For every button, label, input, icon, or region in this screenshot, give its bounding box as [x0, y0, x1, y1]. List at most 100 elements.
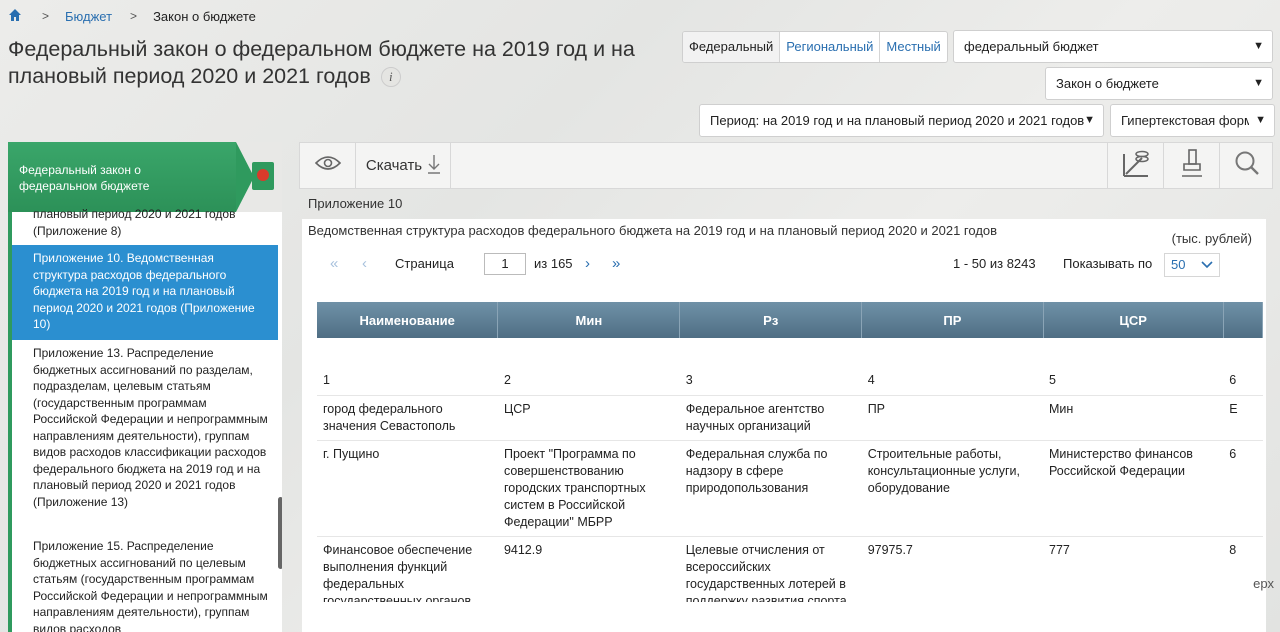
table-cell: 4	[861, 364, 1044, 396]
appendix-label: Приложение 10	[308, 196, 403, 211]
column-header-rz[interactable]: Рз	[679, 302, 863, 338]
page-size-label: Показывать по	[1063, 256, 1153, 271]
prev-page-icon[interactable]: ‹	[362, 255, 367, 272]
toc-item[interactable]: Приложение 13. Распределение бюджетных а…	[12, 345, 278, 531]
table-cell: 6	[1223, 440, 1263, 537]
breadcrumb-separator: >	[42, 9, 50, 23]
toolbar: Скачать	[299, 142, 1273, 189]
page-size-value: 50	[1171, 257, 1186, 272]
table-row[interactable]: город федерального значения Севастополь …	[317, 395, 1263, 441]
table-cell: 6	[1223, 364, 1263, 396]
download-button[interactable]: Скачать	[356, 143, 451, 188]
scroll-top-link[interactable]: ерх	[1253, 576, 1274, 591]
budget-select[interactable]: федеральный бюджет ▼	[953, 30, 1273, 63]
first-page-icon[interactable]: «	[330, 255, 338, 272]
period-select[interactable]: Период: на 2019 год и на плановый период…	[699, 104, 1104, 137]
toc-list: плановый период 2020 и 2021 годов (Прило…	[8, 207, 282, 632]
table-cell: ЦСР	[497, 395, 680, 441]
info-icon[interactable]: i	[380, 67, 401, 88]
next-page-icon[interactable]: ›	[585, 255, 590, 272]
content-area: Приложение 10 Ведомственная структура ра…	[299, 189, 1273, 632]
table-row[interactable]: 1 2 3 4 5 6	[317, 364, 1263, 396]
pager: « ‹ Страница 1 из 165 › » 1 - 50 из 8243…	[302, 251, 1266, 283]
table-cell: Проект "Программа по совершенствованию г…	[497, 440, 680, 537]
table-cell: Строительные работы, консультационные ус…	[861, 440, 1044, 537]
dropdown-arrow-icon: ▼	[1253, 77, 1264, 89]
page-input[interactable]: 1	[484, 253, 526, 275]
document-header-title: Федеральный закон о федеральном бюджете	[19, 163, 150, 193]
table-caption: Ведомственная структура расходов федерал…	[308, 223, 998, 238]
dropdown-arrow-icon: ▼	[1253, 40, 1264, 52]
format-select-value: Гипертекстовая форма	[1121, 113, 1261, 128]
table-cell: 8	[1223, 536, 1263, 602]
emblem-icon	[252, 162, 274, 190]
breadcrumb: > Бюджет > Закон о бюджете	[8, 6, 256, 26]
dropdown-arrow-icon: ▼	[1084, 114, 1095, 126]
tab-federal[interactable]: Федеральный	[683, 32, 780, 62]
period-select-value: Период: на 2019 год и на плановый период…	[710, 113, 1085, 128]
stamp-button[interactable]	[1163, 143, 1219, 188]
table-header-row: Наименование Мин Рз ПР ЦСР	[317, 302, 1263, 338]
doc-type-select-value: Закон о бюджете	[1056, 76, 1159, 91]
page-total: из 165	[534, 256, 573, 271]
column-header-min[interactable]: Мин	[497, 302, 681, 338]
document-header[interactable]: Федеральный закон о федеральном бюджете	[8, 142, 282, 212]
table-cell: Министерство финансов Российской Федерац…	[1043, 440, 1224, 537]
table-cell: Финансовое обеспечение выполнения функци…	[317, 536, 498, 602]
data-grid: Наименование Мин Рз ПР ЦСР 1 2 3 4 5 6 г…	[317, 302, 1263, 602]
table-cell: город федерального значения Севастополь	[317, 395, 498, 441]
table-row[interactable]: г. Пущино Проект "Программа по совершенс…	[317, 440, 1263, 537]
toc-scrollbar[interactable]	[278, 497, 282, 569]
download-icon	[428, 154, 441, 178]
column-header-csr[interactable]: ЦСР	[1043, 302, 1224, 338]
table-cell: 97975.7	[861, 536, 1044, 602]
data-table: Наименование Мин Рз ПР ЦСР 1 2 3 4 5 6 г…	[317, 302, 1263, 602]
view-button[interactable]	[300, 143, 356, 188]
table-cell: 2	[497, 364, 680, 396]
spacer-cell	[317, 338, 1263, 364]
tab-regional[interactable]: Региональный	[779, 32, 879, 62]
search-button[interactable]	[1219, 143, 1273, 188]
table-cell: Целевые отчисления от всероссийских госу…	[679, 536, 862, 602]
table-spacer-row	[317, 338, 1263, 364]
toc-item[interactable]: Приложение 15. Распределение бюджетных а…	[12, 538, 278, 632]
budget-level-tabs: Федеральный Региональный Местный	[682, 31, 948, 63]
column-header-pr[interactable]: ПР	[861, 302, 1044, 338]
table-cell: 9412.9	[497, 536, 680, 602]
home-icon[interactable]	[8, 8, 24, 24]
table-cell: Мин	[1043, 395, 1224, 441]
stamp-icon	[1180, 148, 1204, 183]
table-row[interactable]: Финансовое обеспечение выполнения функци…	[317, 536, 1263, 602]
table-cell: ПР	[861, 395, 1044, 441]
toc-item-active[interactable]: Приложение 10. Ведомственная структура р…	[12, 245, 278, 340]
column-header-extra[interactable]	[1223, 302, 1263, 338]
table-cell: Федеральная служба по надзору в сфере пр…	[679, 440, 862, 537]
search-icon	[1234, 150, 1260, 181]
table-cell: 777	[1043, 536, 1224, 602]
page-title: Федеральный закон о федеральном бюджете …	[8, 36, 648, 90]
page-label: Страница	[395, 256, 454, 271]
table-cell: 1	[317, 364, 498, 396]
download-label: Скачать	[365, 157, 423, 174]
breadcrumb-current: Закон о бюджете	[153, 8, 256, 24]
column-header-name[interactable]: Наименование	[317, 302, 499, 338]
eye-icon	[314, 155, 341, 176]
chevron-down-icon	[1201, 254, 1213, 283]
doc-type-select[interactable]: Закон о бюджете ▼	[1045, 67, 1273, 100]
last-page-icon[interactable]: »	[612, 255, 620, 272]
format-select[interactable]: Гипертекстовая форма ▼	[1110, 104, 1275, 137]
dropdown-arrow-icon: ▼	[1249, 105, 1266, 136]
breadcrumb-link-budget[interactable]: Бюджет	[65, 9, 112, 24]
toc-item[interactable]: плановый период 2020 и 2021 годов (Прило…	[12, 206, 278, 242]
table-cell: Федеральное агентство научных организаци…	[679, 395, 862, 441]
page-title-text: Федеральный закон о федеральном бюджете …	[8, 37, 635, 88]
document-tree-panel: Федеральный закон о федеральном бюджете …	[8, 142, 282, 632]
table-cell: Е	[1223, 395, 1263, 441]
records-range: 1 - 50 из 8243	[953, 256, 1036, 271]
breadcrumb-separator: >	[130, 9, 138, 23]
table-cell: г. Пущино	[317, 440, 498, 537]
tab-local[interactable]: Местный	[879, 32, 946, 62]
units-label: (тыс. рублей)	[1171, 231, 1252, 246]
page-size-select[interactable]: 50	[1164, 253, 1220, 277]
chart-button[interactable]	[1107, 143, 1163, 188]
